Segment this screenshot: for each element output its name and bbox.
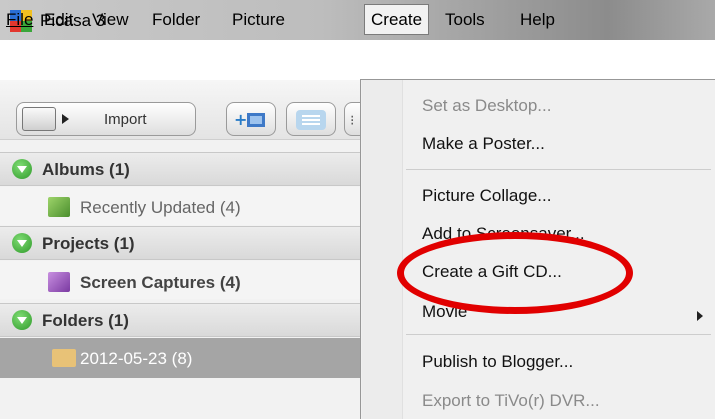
menu-item-export-tivo[interactable]: Export to TiVo(r) DVR...: [422, 391, 600, 411]
collapse-albums-icon[interactable]: [12, 159, 32, 179]
folder-icon: [52, 349, 76, 367]
import-arrow-icon: [62, 114, 69, 124]
album-label: Recently Updated (4): [80, 198, 241, 217]
view-mode-icon: ⁝: [350, 112, 355, 128]
add-album-icon: +: [234, 110, 265, 129]
menu-create[interactable]: Create: [364, 4, 430, 35]
folder-label: 2012-05-23 (8): [80, 349, 193, 368]
menu-help[interactable]: Help: [520, 10, 555, 30]
collapse-folders-icon[interactable]: [12, 310, 32, 330]
list-view-icon: [296, 110, 326, 130]
menu-gutter-divider: [402, 80, 403, 419]
menu-separator: [406, 169, 711, 170]
highlight-ellipse: [397, 232, 633, 314]
menu-view[interactable]: View: [92, 10, 129, 30]
submenu-arrow-icon: [697, 311, 703, 321]
menu-item-picture-collage[interactable]: Picture Collage...: [422, 186, 551, 206]
camera-icon: [22, 107, 56, 131]
menu-item-set-as-desktop[interactable]: Set as Desktop...: [422, 96, 551, 116]
albums-section-title: Albums (1): [42, 160, 130, 179]
menu-folder[interactable]: Folder: [152, 10, 200, 30]
folders-section-title: Folders (1): [42, 311, 129, 330]
collapse-projects-icon[interactable]: [12, 233, 32, 253]
project-label: Screen Captures (4): [80, 273, 241, 292]
project-icon: [48, 272, 70, 292]
projects-section-title: Projects (1): [42, 234, 135, 253]
menu-file[interactable]: File: [6, 10, 33, 30]
menu-tools[interactable]: Tools: [445, 10, 485, 30]
menu-item-make-poster[interactable]: Make a Poster...: [422, 134, 545, 154]
menu-icon-gutter: [362, 80, 402, 419]
menu-item-publish-blogger[interactable]: Publish to Blogger...: [422, 352, 573, 372]
menu-bar: [0, 40, 715, 80]
import-label: Import: [104, 111, 147, 128]
menu-separator: [406, 334, 711, 335]
svg-text:+: +: [234, 110, 247, 129]
menu-edit[interactable]: Edit: [44, 10, 73, 30]
menu-picture[interactable]: Picture: [232, 10, 285, 30]
album-icon: [48, 197, 70, 217]
